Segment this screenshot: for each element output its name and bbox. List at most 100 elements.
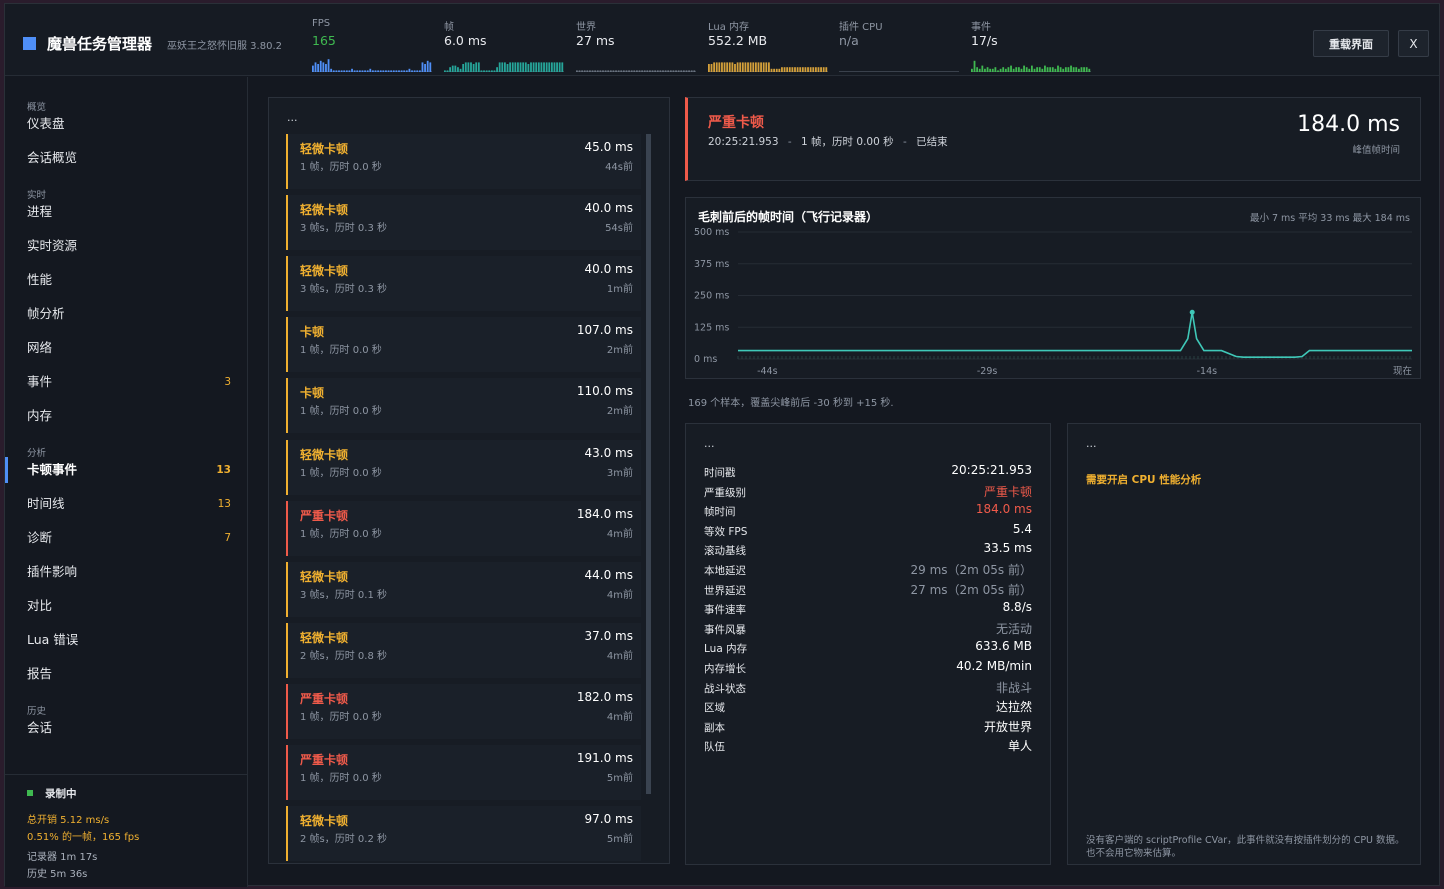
sparkline-bar — [480, 70, 483, 72]
sparkline-bar — [749, 62, 752, 72]
nav-item[interactable]: 事件 3 — [5, 369, 247, 395]
nav-item[interactable]: 报告 — [5, 661, 247, 687]
spike-item-title: 轻微卡顿 — [300, 447, 349, 462]
nav-item[interactable]: 卡顿事件 13 — [5, 457, 247, 483]
reload-ui-button[interactable]: 重载界面 — [1313, 30, 1389, 57]
metric-sparkline — [444, 62, 564, 72]
spike-list-item[interactable]: 严重卡顿 1 帧，历时 0.0 秒 191.0 ms 5m前 — [286, 745, 641, 800]
nav-item[interactable]: 帧分析 — [5, 301, 247, 327]
nav-item[interactable]: 时间线 13 — [5, 491, 247, 517]
sparkline-bar — [710, 64, 713, 72]
sparkline-bar — [1031, 65, 1033, 72]
sparkline-bar — [517, 62, 519, 72]
spike-item-frame-time: 182.0 ms — [576, 689, 633, 704]
sparkline-bar — [421, 62, 424, 72]
sidebar: 概览 仪表盘 会话概览 实时 进程 实时资源 性能 帧分析 网络 事件 3 内存 分析 卡顿事件 13 时间线… — [5, 77, 248, 887]
spike-detail-subtitle: 20:25:21.953 - 1 帧，历时 0.00 秒 - 已结束 — [708, 134, 948, 149]
spike-item-age: 5m前 — [606, 834, 633, 846]
nav-item-label: 实时资源 — [27, 238, 78, 253]
spike-list-item[interactable]: 轻微卡顿 2 帧s，历时 0.8 秒 37.0 ms 4m前 — [286, 622, 641, 678]
sparkline-bar — [1077, 68, 1080, 72]
sparkline-bar — [366, 70, 369, 72]
sparkline-bar — [796, 67, 799, 72]
sparkline-bar — [1051, 67, 1054, 72]
sparkline-bar — [991, 68, 994, 72]
nav-item[interactable]: 会话概览 — [5, 145, 247, 171]
spike-list-item[interactable]: 轻微卡顿 2 帧s，历时 0.2 秒 97.0 ms 5m前 — [286, 806, 641, 862]
sparkline-bar — [576, 70, 578, 72]
nav-item[interactable]: 诊断 7 — [5, 525, 247, 551]
close-button[interactable]: X — [1398, 30, 1429, 57]
metric-label: Lua 内存 — [708, 22, 750, 33]
spike-item-summary: 1 帧，历时 0.0 秒 — [300, 467, 382, 479]
sparkline-bar — [327, 59, 330, 72]
sparkline-bar — [545, 62, 548, 72]
sparkline-bar — [535, 62, 538, 72]
snapshot-row: 滚动基线 33.5 ms — [704, 541, 1032, 560]
sparkline-bar — [345, 70, 348, 72]
sparkline-bar — [483, 70, 485, 72]
spike-list-item[interactable]: 轻微卡顿 3 帧s，历时 0.3 秒 40.0 ms 54s前 — [286, 195, 641, 251]
nav-item[interactable]: 内存 — [5, 403, 247, 429]
nav-item-label: 内存 — [27, 408, 53, 423]
snapshot-key: 区域 — [704, 702, 725, 715]
nav-item[interactable]: 仪表盘 — [5, 111, 247, 137]
nav-item[interactable]: 实时资源 — [5, 233, 247, 259]
metric-value: n/a — [839, 33, 859, 48]
spike-item-summary: 3 帧s，历时 0.3 秒 — [300, 223, 388, 235]
nav-item[interactable]: 性能 — [5, 267, 247, 293]
sparkline-bar — [721, 62, 723, 72]
chart-x-tick: -29s — [977, 366, 998, 377]
nav-item[interactable]: Lua 错误 — [5, 627, 247, 653]
separator: - — [787, 136, 792, 148]
spike-list-item[interactable]: 轻微卡顿 1 帧，历时 0.0 秒 45.0 ms 44s前 — [286, 134, 641, 189]
sparkline-bar — [403, 70, 406, 72]
spike-list-item[interactable]: 卡顿 1 帧，历时 0.0 秒 107.0 ms 2m前 — [286, 317, 641, 373]
sparkline-bar — [757, 62, 760, 72]
sparkline-bar — [734, 64, 736, 72]
sparkline-bar — [556, 62, 558, 72]
spike-list-item[interactable]: 卡顿 1 帧，历时 0.0 秒 110.0 ms 2m前 — [286, 378, 641, 434]
spike-detail-header: 严重卡顿 20:25:21.953 - 1 帧，历时 0.00 秒 - 已结束 … — [685, 97, 1421, 181]
spike-list-item[interactable]: 轻微卡顿 3 帧s，历时 0.1 秒 44.0 ms 4m前 — [286, 561, 641, 617]
sparkline-bar — [682, 70, 685, 72]
sparkline-bar — [659, 70, 662, 72]
sparkline-bar — [630, 70, 633, 72]
sparkline-bar — [654, 70, 657, 72]
spike-list-item[interactable]: 轻微卡顿 1 帧，历时 0.0 秒 43.0 ms 3m前 — [286, 439, 641, 495]
scrollbar-thumb[interactable] — [646, 134, 651, 794]
sparkline-bar — [625, 70, 628, 72]
snapshot-row: 副本 开放世界 — [704, 718, 1032, 737]
nav-item[interactable]: 对比 — [5, 593, 247, 619]
spike-list-item[interactable]: 严重卡顿 1 帧，历时 0.0 秒 182.0 ms 4m前 — [286, 683, 641, 739]
sparkline-bar — [506, 64, 509, 72]
snapshot-row: 时间戳 20:25:21.953 — [704, 463, 1032, 482]
snapshot-value: 8.8/s — [1002, 600, 1032, 615]
sparkline-bar — [543, 62, 545, 72]
spike-item-frame-time: 43.0 ms — [584, 445, 633, 460]
sparkline-bar — [1064, 67, 1067, 72]
nav-item[interactable]: 网络 — [5, 335, 247, 361]
spike-item-age: 5m前 — [606, 773, 633, 784]
sparkline-bar — [1049, 67, 1052, 72]
spike-list-item[interactable]: 轻微卡顿 3 帧s，历时 0.3 秒 40.0 ms 1m前 — [286, 256, 641, 312]
spike-list-scrollbar[interactable] — [646, 134, 651, 794]
nav-item[interactable]: 会话 — [5, 715, 247, 741]
spike-item-frame-time: 110.0 ms — [576, 384, 633, 399]
sparkline-bar — [649, 70, 651, 72]
overhead-fraction: 0.51% 的一帧，165 fps — [27, 832, 140, 843]
sparkline-bar — [622, 70, 625, 72]
sparkline-bar — [1085, 67, 1088, 72]
nav-item[interactable]: 插件影响 — [5, 559, 247, 585]
sparkline-bar — [317, 64, 320, 72]
sparkline-bar — [369, 68, 372, 72]
nav-item[interactable]: 进程 — [5, 199, 247, 225]
spike-list-item[interactable]: 严重卡顿 1 帧，历时 0.0 秒 184.0 ms 4m前 — [286, 500, 641, 556]
sparkline-bar — [656, 70, 659, 72]
sparkline-bar — [451, 65, 454, 72]
sparkline-bar — [799, 67, 802, 72]
sparkline-bar — [602, 70, 604, 72]
recording-status: 录制中 总开销 5.12 ms/s 0.51% 的一帧，165 fps 记录器 … — [5, 774, 247, 887]
snapshot-header: ... — [704, 437, 715, 450]
sparkline-bar — [1002, 67, 1005, 72]
